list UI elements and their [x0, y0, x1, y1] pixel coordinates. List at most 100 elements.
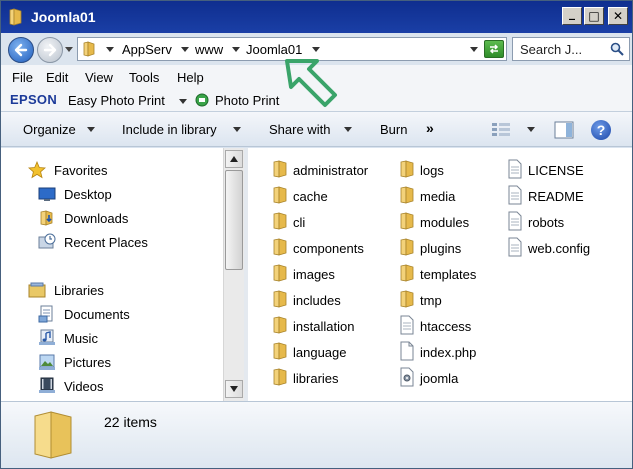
navigation-pane: Favorites Desktop Downloads Recent Place… — [1, 148, 223, 401]
include-in-library-chevron-down-icon[interactable] — [233, 127, 241, 132]
back-button[interactable] — [8, 37, 34, 63]
nav-recent-places[interactable]: Recent Places — [1, 231, 223, 253]
star-icon — [28, 161, 46, 179]
burn-button[interactable]: Burn — [380, 122, 407, 137]
file-name: installation — [293, 319, 355, 334]
nav-desktop-label: Desktop — [64, 187, 112, 202]
breadcrumb-separator-icon[interactable] — [181, 47, 189, 52]
nav-pictures-label: Pictures — [64, 355, 111, 370]
nav-favorites[interactable]: Favorites — [1, 159, 223, 181]
photo-print-button[interactable]: Photo Print — [215, 93, 279, 108]
nav-desktop[interactable]: Desktop — [1, 183, 223, 205]
nav-videos[interactable]: Videos — [1, 375, 223, 397]
easy-photo-print-chevron-down-icon[interactable] — [179, 99, 187, 104]
breadcrumb-separator-icon[interactable] — [106, 47, 114, 52]
easy-photo-print-button[interactable]: Easy Photo Print — [68, 93, 165, 108]
folder-icon — [9, 8, 22, 26]
videos-icon — [39, 377, 55, 393]
annotation-arrow-icon — [285, 59, 337, 107]
search-box[interactable] — [512, 37, 630, 61]
forward-button[interactable] — [37, 37, 63, 63]
breadcrumb-www[interactable]: www — [195, 42, 223, 57]
scroll-up-button[interactable] — [225, 150, 243, 168]
folder-icon — [273, 264, 287, 282]
preview-pane-icon[interactable] — [554, 121, 574, 139]
organize-button[interactable]: Organize — [23, 122, 76, 137]
file-name: README — [528, 189, 584, 204]
nav-libraries[interactable]: Libraries — [1, 279, 223, 301]
minimize-button[interactable]: _ — [562, 7, 582, 25]
folder-icon — [273, 186, 287, 204]
folder-icon — [34, 411, 72, 459]
music-icon — [39, 329, 55, 345]
libraries-icon — [28, 282, 46, 298]
refresh-button[interactable] — [484, 40, 504, 58]
folder-icon — [273, 316, 287, 334]
maximize-button[interactable]: □ — [584, 7, 604, 25]
search-icon — [610, 42, 624, 56]
downloads-icon — [40, 210, 53, 226]
explorer-window: Joomla01 _ □ ✕ AppServ www Joomla01 Sear… — [0, 0, 633, 469]
recent-pages-chevron-down-icon[interactable] — [65, 47, 73, 52]
nav-videos-label: Videos — [64, 379, 104, 394]
text-file-icon — [508, 159, 522, 179]
close-button[interactable]: ✕ — [608, 7, 628, 25]
folder-icon — [273, 368, 287, 386]
file-list: administrator cache cli components image… — [248, 148, 632, 401]
nav-downloads[interactable]: Downloads — [1, 207, 223, 229]
file-name: joomla — [420, 371, 459, 386]
breadcrumb-appserv[interactable]: AppServ — [122, 42, 172, 57]
nav-favorites-label: Favorites — [54, 163, 108, 178]
title-bar[interactable]: Joomla01 _ □ ✕ — [1, 1, 632, 33]
include-in-library-button[interactable]: Include in library — [122, 122, 217, 137]
scroll-up-icon — [230, 156, 238, 162]
menu-file[interactable]: File — [12, 70, 33, 85]
details-pane: 22 items — [1, 401, 632, 468]
address-history-chevron-down-icon[interactable] — [470, 47, 478, 52]
text-file-icon — [508, 211, 522, 231]
more-commands-button[interactable]: » — [426, 120, 434, 136]
views-chevron-down-icon[interactable] — [527, 127, 535, 132]
menu-tools[interactable]: Tools — [129, 70, 159, 85]
nav-documents[interactable]: Documents — [1, 303, 223, 325]
share-with-button[interactable]: Share with — [269, 122, 330, 137]
folder-icon — [400, 212, 414, 230]
file-name: cache — [293, 189, 328, 204]
folder-icon — [400, 238, 414, 256]
file-name: cli — [293, 215, 306, 230]
nav-pictures[interactable]: Pictures — [1, 351, 223, 373]
file-name: plugins — [420, 241, 462, 256]
file-name: templates — [420, 267, 477, 282]
scroll-thumb[interactable] — [225, 170, 243, 270]
refresh-icon — [489, 44, 499, 54]
text-file-icon — [508, 185, 522, 205]
config-file-icon — [400, 367, 414, 387]
file-name: includes — [293, 293, 341, 308]
file-name: web.config — [528, 241, 591, 256]
organize-chevron-down-icon[interactable] — [87, 127, 95, 132]
breadcrumb-separator-icon[interactable] — [312, 47, 320, 52]
file-name: images — [293, 267, 335, 282]
file-name: logs — [420, 163, 444, 178]
help-icon[interactable]: ? — [591, 120, 611, 140]
file-name: language — [293, 345, 347, 360]
folder-icon — [400, 186, 414, 204]
breadcrumb-separator-icon[interactable] — [232, 47, 240, 52]
folder-icon — [400, 160, 414, 178]
nav-music[interactable]: Music — [1, 327, 223, 349]
menu-help[interactable]: Help — [177, 70, 204, 85]
menu-view[interactable]: View — [85, 70, 113, 85]
command-bar: Organize Include in library Share with B… — [1, 111, 632, 147]
file-icon — [400, 341, 414, 361]
menu-edit[interactable]: Edit — [46, 70, 68, 85]
search-input[interactable] — [513, 38, 603, 60]
folder-icon — [400, 290, 414, 308]
views-icon[interactable] — [491, 122, 511, 138]
navigation-scrollbar[interactable] — [223, 148, 244, 401]
documents-icon — [38, 305, 53, 323]
scroll-down-button[interactable] — [225, 380, 243, 398]
nav-music-label: Music — [64, 331, 98, 346]
share-with-chevron-down-icon[interactable] — [344, 127, 352, 132]
search-button[interactable] — [605, 38, 629, 60]
file-name: administrator — [293, 163, 369, 178]
